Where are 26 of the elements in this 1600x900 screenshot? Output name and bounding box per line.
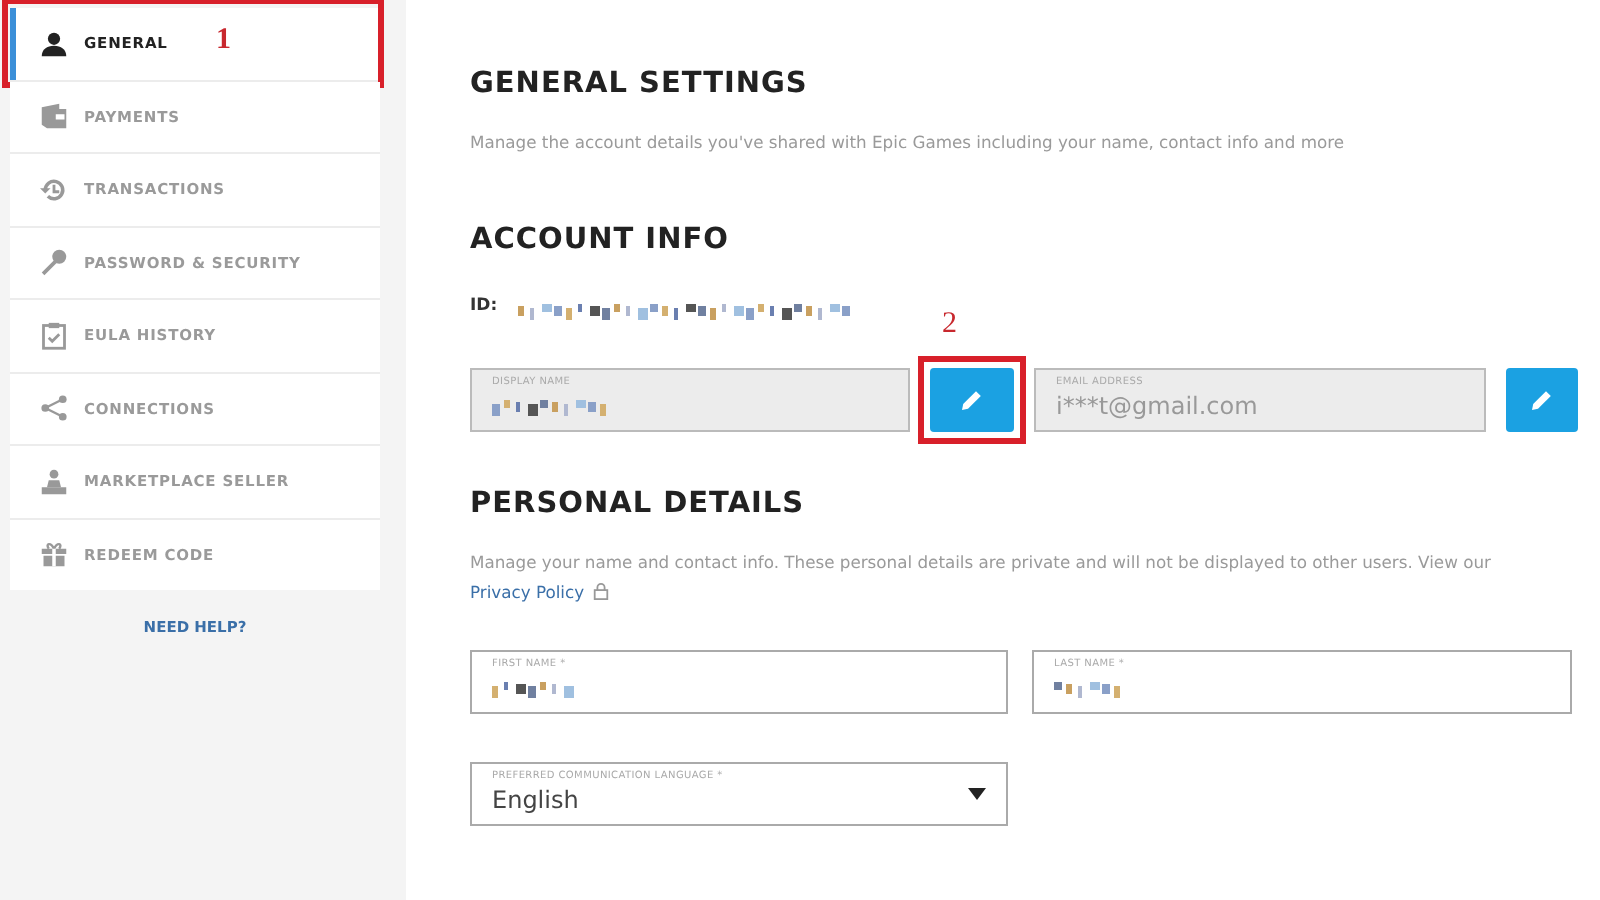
id-label: ID: (470, 296, 498, 317)
section-title: PERSONAL DETAILS (470, 488, 807, 521)
section-description: Manage your name and contact info. These personal details are private and will not be displayed to other users. View our Privacy Policy (470, 550, 1493, 606)
section-title: GENERAL SETTINGS (470, 68, 810, 100)
caret-icon (968, 787, 986, 800)
wallet-icon (40, 102, 68, 131)
field-value: English (492, 785, 581, 814)
edit-button[interactable] (930, 368, 1014, 433)
edit-button[interactable] (1506, 368, 1578, 433)
history-icon (40, 175, 68, 204)
gift-icon (40, 540, 68, 569)
share-icon (40, 394, 68, 423)
callout-number: 1 (216, 24, 232, 58)
key-icon (40, 248, 68, 277)
highlight-frame (918, 356, 1026, 445)
privacy-policy-link[interactable]: Privacy Policy (470, 581, 585, 602)
section-title: ACCOUNT INFO (470, 224, 731, 257)
pencil-icon (1530, 388, 1554, 413)
section-description: Manage the account details you've shared with Epic Games including your name, contact info and more (470, 130, 1347, 156)
field-value: i***t@gmail.com (1056, 392, 1260, 421)
callout-number: 2 (942, 308, 957, 343)
lock-icon (592, 581, 611, 600)
person-icon (40, 29, 68, 58)
clipboard-icon (40, 321, 68, 350)
seller-icon (40, 467, 68, 496)
pencil-icon (960, 388, 984, 413)
